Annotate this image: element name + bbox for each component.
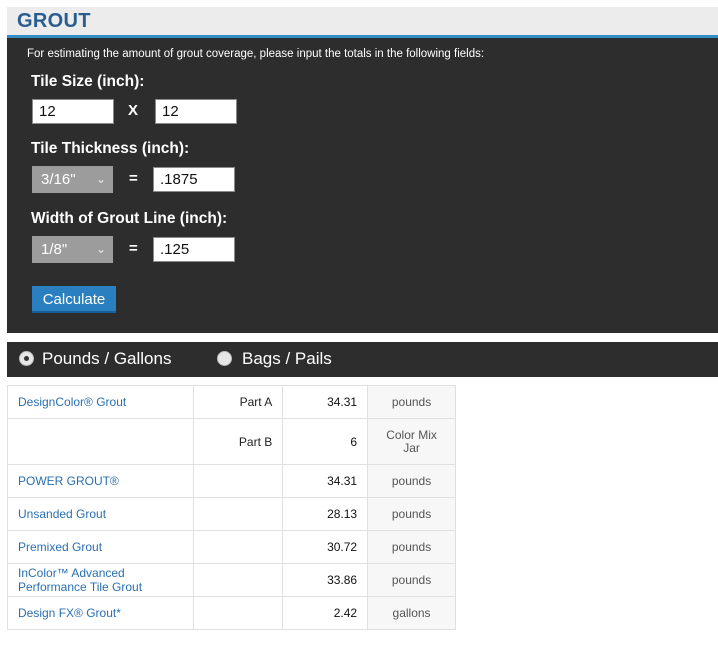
product-amount: 30.72	[282, 530, 369, 564]
intro-text: For estimating the amount of grout cover…	[27, 48, 485, 60]
table-row: Unsanded Grout 28.13 pounds	[7, 497, 456, 531]
tile-thickness-label: Tile Thickness (inch):	[31, 140, 190, 157]
units-toggle: Pounds / Gallons Bags / Pails	[7, 342, 718, 377]
product-part	[192, 497, 284, 531]
table-row: Part B 6 Color Mix Jar	[7, 418, 456, 465]
product-name[interactable]: POWER GROUT®	[7, 464, 194, 498]
product-part: Part B	[192, 418, 284, 465]
tile-thickness-select-value: 3/16"	[41, 171, 76, 188]
grout-width-select[interactable]: 1/8" ⌄	[32, 236, 113, 263]
product-unit: pounds	[367, 497, 456, 531]
product-amount: 34.31	[282, 385, 369, 419]
bags-pails-label[interactable]: Bags / Pails	[242, 349, 332, 369]
tile-height-input[interactable]: 12	[155, 99, 237, 124]
pounds-gallons-label[interactable]: Pounds / Gallons	[42, 349, 171, 369]
header-bar: GROUT	[7, 7, 718, 38]
bags-pails-radio[interactable]	[217, 351, 232, 366]
grout-width-input[interactable]: .125	[153, 237, 235, 262]
chevron-down-icon: ⌄	[95, 242, 106, 256]
grout-width-select-value: 1/8"	[41, 241, 68, 258]
table-row: Premixed Grout 30.72 pounds	[7, 530, 456, 564]
product-unit: gallons	[367, 596, 456, 630]
product-unit: Color Mix Jar	[367, 418, 456, 465]
page-title: GROUT	[17, 10, 91, 32]
product-amount: 34.31	[282, 464, 369, 498]
product-unit: pounds	[367, 464, 456, 498]
product-name[interactable]: InColor™ Advanced Performance Tile Grout	[7, 563, 194, 597]
pounds-gallons-radio[interactable]	[19, 351, 34, 366]
product-unit: pounds	[367, 563, 456, 597]
results-table: DesignColor® Grout Part A 34.31 pounds P…	[7, 385, 456, 630]
product-amount: 28.13	[282, 497, 369, 531]
product-name[interactable]: DesignColor® Grout	[7, 385, 194, 419]
grout-calculator: GROUT For estimating the amount of grout…	[7, 7, 718, 630]
tile-width-input[interactable]: 12	[32, 99, 114, 124]
tile-size-label: Tile Size (inch):	[31, 73, 145, 90]
product-amount: 6	[282, 418, 369, 465]
product-unit: pounds	[367, 530, 456, 564]
product-part: Part A	[192, 385, 284, 419]
product-amount: 2.42	[282, 596, 369, 630]
table-row: DesignColor® Grout Part A 34.31 pounds	[7, 385, 456, 419]
product-name	[7, 418, 194, 465]
tile-thickness-equals: =	[129, 170, 138, 187]
calculate-button[interactable]: Calculate	[32, 286, 116, 313]
grout-width-equals: =	[129, 240, 138, 257]
chevron-down-icon: ⌄	[95, 172, 106, 186]
tile-size-separator: X	[128, 102, 139, 119]
product-part	[192, 464, 284, 498]
tile-thickness-input[interactable]: .1875	[153, 167, 235, 192]
product-name[interactable]: Premixed Grout	[7, 530, 194, 564]
table-row: Design FX® Grout* 2.42 gallons	[7, 596, 456, 630]
product-name[interactable]: Unsanded Grout	[7, 497, 194, 531]
product-part	[192, 596, 284, 630]
product-part	[192, 563, 284, 597]
table-row: POWER GROUT® 34.31 pounds	[7, 464, 456, 498]
tile-thickness-select[interactable]: 3/16" ⌄	[32, 166, 113, 193]
grout-width-label: Width of Grout Line (inch):	[31, 210, 228, 227]
product-unit: pounds	[367, 385, 456, 419]
product-amount: 33.86	[282, 563, 369, 597]
table-row: InColor™ Advanced Performance Tile Grout…	[7, 563, 456, 597]
product-part	[192, 530, 284, 564]
product-name[interactable]: Design FX® Grout*	[7, 596, 194, 630]
